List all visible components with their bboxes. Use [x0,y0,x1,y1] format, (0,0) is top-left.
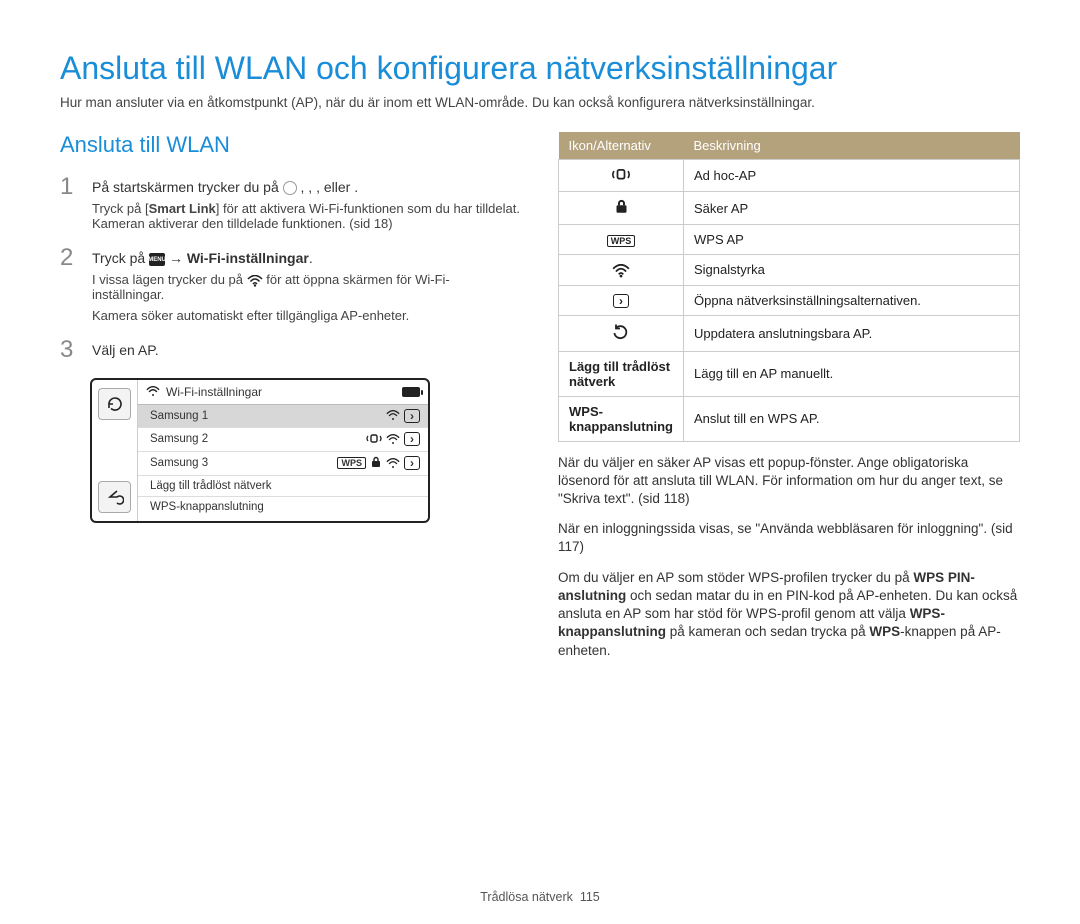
step-note: I vissa lägen trycker du på [92,272,247,287]
step-2: 2 Tryck på MENU → Wi-Fi-inställningar. I… [60,245,522,323]
wps-label: WPS [869,624,900,639]
table-desc: Anslut till en WPS AP. [684,396,1020,441]
body-paragraph: När en inloggningssida visas, se "Använd… [558,520,1020,556]
table-row: Uppdatera anslutningsbara AP. [559,315,1020,351]
table-label: WPS-knappanslutning [559,396,684,441]
step-number: 2 [60,245,80,323]
adhoc-icon [611,169,631,184]
wifi-icon [247,275,263,287]
table-row: Signalstyrka [559,255,1020,286]
step-3: 3 Välj en AP. [60,337,522,363]
signal-icon [612,264,630,278]
wifi-settings-label: Wi-Fi-inställningar [187,250,309,266]
body-text: Om du väljer en AP som stöder WPS-profil… [558,570,913,585]
wifi-row-samsung1[interactable]: Samsung 1 › [138,405,428,428]
table-row: Säker AP [559,192,1020,225]
battery-icon [402,387,420,397]
table-desc: Uppdatera anslutningsbara AP. [684,315,1020,351]
table-row: Lägg till trådlöst nätverk Lägg till en … [559,351,1020,396]
table-row: WPS-knappanslutning Anslut till en WPS A… [559,396,1020,441]
step-text: Tryck på [92,250,149,266]
wifi-row-wps-button[interactable]: WPS-knappanslutning [138,497,428,517]
page-footer: Trådlösa nätverk 115 [60,890,1020,904]
chevron-right-icon[interactable]: › [404,432,420,446]
wifi-row-add-network[interactable]: Lägg till trådlöst nätverk [138,476,428,497]
table-header-icon: Ikon/Alternativ [559,132,684,160]
page-title: Ansluta till WLAN och konfigurera nätver… [60,50,1020,87]
wifi-row-label: Lägg till trådlöst nätverk [150,480,271,492]
table-desc: Lägg till en AP manuellt. [684,351,1020,396]
table-row: › Öppna nätverksinställningsalternativen… [559,285,1020,315]
refresh-button[interactable] [98,388,131,420]
step-note: Kamera söker automatiskt efter tillgängl… [92,308,522,323]
table-row: WPS WPS AP [559,225,1020,255]
step-text: → [169,250,187,266]
icon-description-table: Ikon/Alternativ Beskrivning Ad hoc-AP Sä… [558,132,1020,442]
table-desc: Ad hoc-AP [684,160,1020,192]
body-paragraph: Om du väljer en AP som stöder WPS-profil… [558,569,1020,660]
wifi-row-samsung2[interactable]: Samsung 2 › [138,428,428,452]
signal-icon [386,410,400,421]
wps-icon: WPS [337,457,366,469]
step-number: 3 [60,337,80,363]
step-text: På startskärmen trycker du på [92,179,283,195]
device-header-title: Wi-Fi-inställningar [166,385,262,399]
section-subtitle: Ansluta till WLAN [60,132,522,158]
wifi-row-label: Samsung 3 [150,457,208,469]
step-note: Tryck på [ [92,201,149,216]
table-desc: Signalstyrka [684,255,1020,286]
table-header-desc: Beskrivning [684,132,1020,160]
signal-icon [386,458,400,469]
step-text: eller . [324,179,358,195]
intro-text: Hur man ansluter via en åtkomstpunkt (AP… [60,95,1020,110]
body-paragraph: När du väljer en säker AP visas ett popu… [558,454,1020,509]
circle-icon [283,181,297,195]
table-desc: WPS AP [684,225,1020,255]
step-text: , , , [301,179,324,195]
step-text: Välj en AP. [92,337,522,363]
wifi-icon [146,386,160,397]
wifi-row-label: Samsung 2 [150,433,208,445]
menu-icon: MENU [149,253,165,266]
step-1: 1 På startskärmen trycker du på , , , el… [60,174,522,231]
body-text: och sedan matar du in en PIN-kod på AP-e… [558,588,1017,621]
chevron-right-icon[interactable]: › [404,409,420,423]
body-text: på kameran och sedan trycka på [666,624,869,639]
step-text: . [309,250,313,266]
chevron-right-icon[interactable]: › [404,456,420,470]
table-label: Lägg till trådlöst nätverk [559,351,684,396]
signal-icon [386,434,400,445]
step-number: 1 [60,174,80,231]
wifi-row-label: WPS-knappanslutning [150,501,264,513]
table-desc: Säker AP [684,192,1020,225]
table-desc: Öppna nätverksinställningsalternativen. [684,285,1020,315]
refresh-icon [612,329,630,344]
adhoc-icon [366,432,382,447]
back-button[interactable] [98,481,131,513]
wps-icon: WPS [607,235,636,247]
table-row: Ad hoc-AP [559,160,1020,192]
wifi-row-label: Samsung 1 [150,410,208,422]
chevron-right-icon: › [613,294,629,308]
lock-icon [614,202,629,217]
lock-icon [370,456,382,471]
footer-section: Trådlösa nätverk [480,890,573,904]
wifi-row-samsung3[interactable]: Samsung 3 WPS › [138,452,428,476]
smart-link-label: Smart Link [149,201,216,216]
footer-page-number: 115 [580,890,600,904]
wifi-device-mock: Wi-Fi-inställningar Samsung 1 › [90,378,430,523]
